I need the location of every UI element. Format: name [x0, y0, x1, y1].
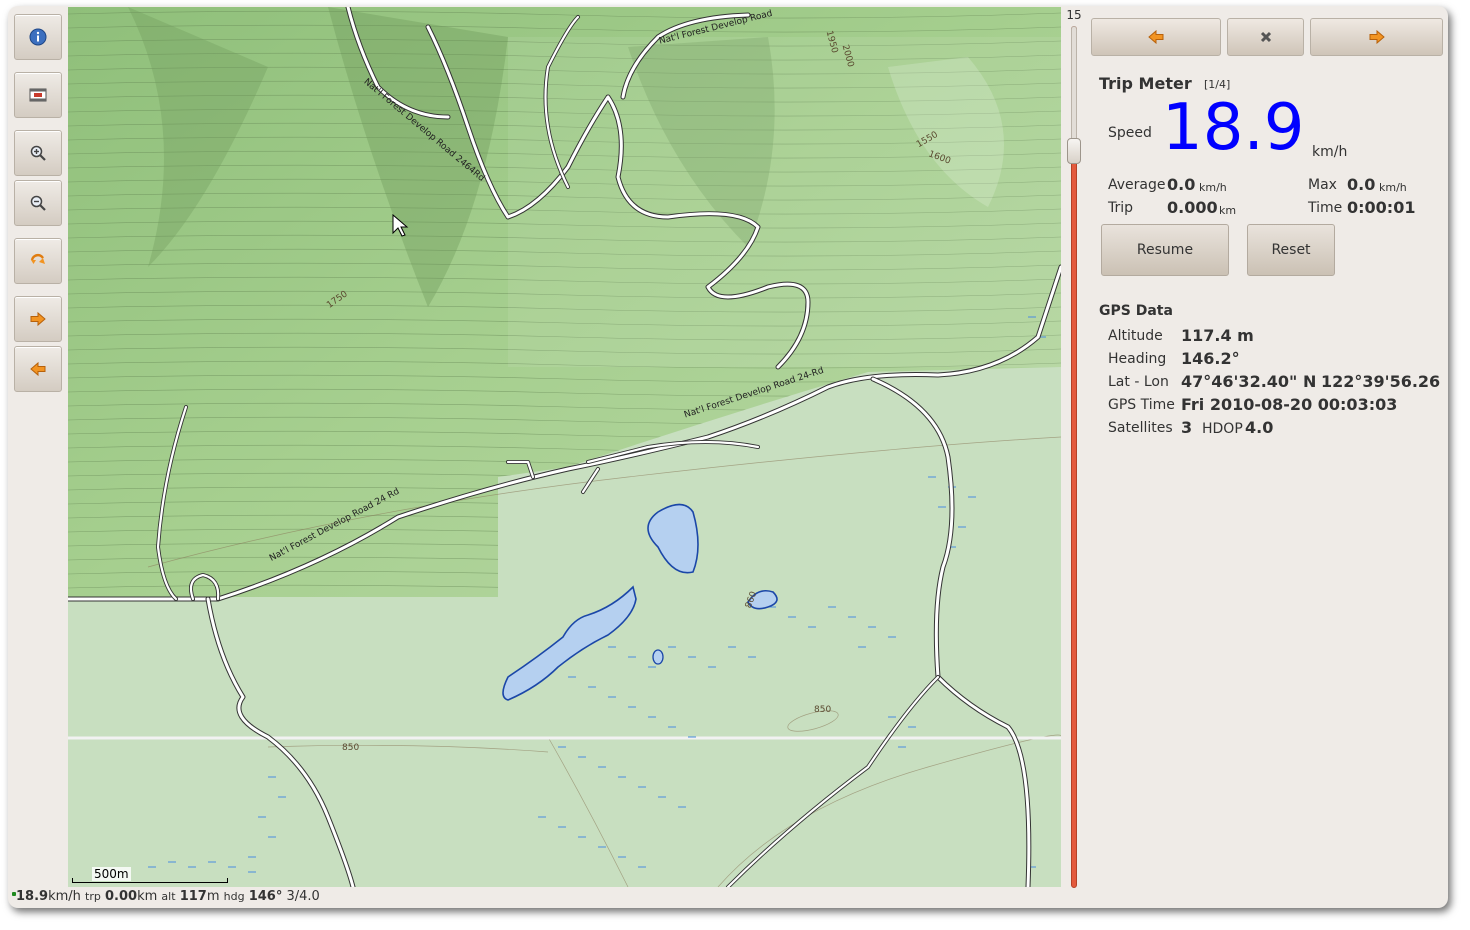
- reset-button[interactable]: Reset: [1247, 224, 1335, 276]
- info-panel: Trip Meter [1/4] Speed 18.9 km/h Average…: [1088, 6, 1448, 886]
- scale-bar-line: [72, 878, 228, 883]
- zoom-out-icon: [30, 195, 46, 211]
- forward-button[interactable]: [14, 296, 62, 342]
- latlon-label: Lat - Lon: [1108, 374, 1169, 390]
- time-value: 0:00:01: [1347, 198, 1416, 217]
- heading-label: Heading: [1108, 351, 1167, 367]
- max-unit: km/h: [1379, 181, 1407, 194]
- max-value: 0.0: [1347, 175, 1376, 194]
- contour-label: 850: [342, 743, 360, 753]
- time-label: Time: [1308, 200, 1343, 216]
- latitude-value: 47°46'32.40" N: [1181, 372, 1317, 391]
- left-toolbar: [8, 6, 68, 886]
- status-speed-unit: km/h: [48, 889, 81, 904]
- zoom-out-button[interactable]: [14, 180, 62, 226]
- hdop-value: 4.0: [1245, 418, 1274, 437]
- trip-value: 0.000: [1167, 198, 1218, 217]
- average-value: 0.0: [1167, 175, 1196, 194]
- status-alt-label: alt: [161, 890, 176, 903]
- speed-value: 18.9: [1162, 91, 1305, 165]
- longitude-value: 122°39'56.26: [1321, 372, 1441, 391]
- satellites-value: 3: [1181, 418, 1193, 437]
- scale-bar: 500m: [72, 867, 232, 883]
- zoom-in-icon: [30, 145, 46, 161]
- next-page-button[interactable]: [1310, 18, 1443, 56]
- hdop-label: HDOP: [1202, 421, 1243, 437]
- zoom-track-upper: [1071, 26, 1077, 151]
- topo-map: [68, 7, 1061, 887]
- status-alt: 117: [179, 889, 207, 904]
- zoom-slider[interactable]: 15: [1064, 6, 1084, 891]
- film-icon: [29, 88, 47, 102]
- status-heading: 146°: [248, 889, 283, 904]
- max-label: Max: [1308, 177, 1337, 193]
- app-window: Nat'l Forest Develop Road 24 Rd Nat'l Fo…: [8, 6, 1448, 908]
- close-panel-button[interactable]: [1227, 18, 1304, 56]
- speed-label: Speed: [1108, 125, 1152, 141]
- status-bar: 18.9km/h trp 0.00km alt 117m hdg 146° 3/…: [8, 886, 1448, 908]
- zoom-level-label: 15: [1066, 8, 1082, 22]
- map-view[interactable]: Nat'l Forest Develop Road 24 Rd Nat'l Fo…: [68, 7, 1061, 887]
- back-button[interactable]: [14, 346, 62, 392]
- gps-section-title: GPS Data: [1099, 303, 1173, 319]
- zoom-thumb[interactable]: [1067, 138, 1081, 164]
- resume-button[interactable]: Resume: [1101, 224, 1229, 276]
- prev-page-button[interactable]: [1091, 18, 1221, 56]
- recenter-button[interactable]: [14, 238, 62, 284]
- close-icon: [1260, 31, 1271, 43]
- gps-fix-icon: [12, 892, 16, 896]
- gps-time-value: Fri 2010-08-20 00:03:03: [1181, 395, 1398, 414]
- average-unit: km/h: [1199, 181, 1227, 194]
- status-trip-label: trp: [85, 890, 101, 903]
- arrow-right-icon: [1369, 30, 1385, 44]
- info-icon: [29, 28, 47, 46]
- status-satellites: 3/4.0: [286, 889, 320, 904]
- contour-label: 850: [814, 705, 832, 715]
- satellites-label: Satellites: [1108, 420, 1173, 436]
- status-hdg-label: hdg: [223, 890, 245, 903]
- heading-value: 146.2°: [1181, 349, 1240, 368]
- trip-unit: km: [1219, 204, 1237, 217]
- trip-label: Trip: [1108, 200, 1134, 216]
- gps-time-label: GPS Time: [1108, 397, 1175, 413]
- arrow-right-icon: [30, 311, 46, 327]
- status-trip-unit: km: [137, 889, 158, 904]
- altitude-value: 117.4 m: [1181, 326, 1254, 345]
- status-alt-unit: m: [206, 889, 220, 904]
- zoom-in-button[interactable]: [14, 130, 62, 176]
- status-speed: 18.9: [16, 889, 49, 904]
- speed-unit: km/h: [1312, 144, 1348, 160]
- average-label: Average: [1108, 177, 1166, 193]
- info-button[interactable]: [14, 14, 62, 60]
- map-source-button[interactable]: [14, 72, 62, 118]
- arrow-left-icon: [1148, 30, 1164, 44]
- refresh-arrow-icon: [30, 253, 45, 264]
- status-trip: 0.00: [105, 889, 138, 904]
- altitude-label: Altitude: [1108, 328, 1163, 344]
- panel-page-indicator: [1/4]: [1204, 78, 1231, 91]
- arrow-left-icon: [30, 361, 46, 377]
